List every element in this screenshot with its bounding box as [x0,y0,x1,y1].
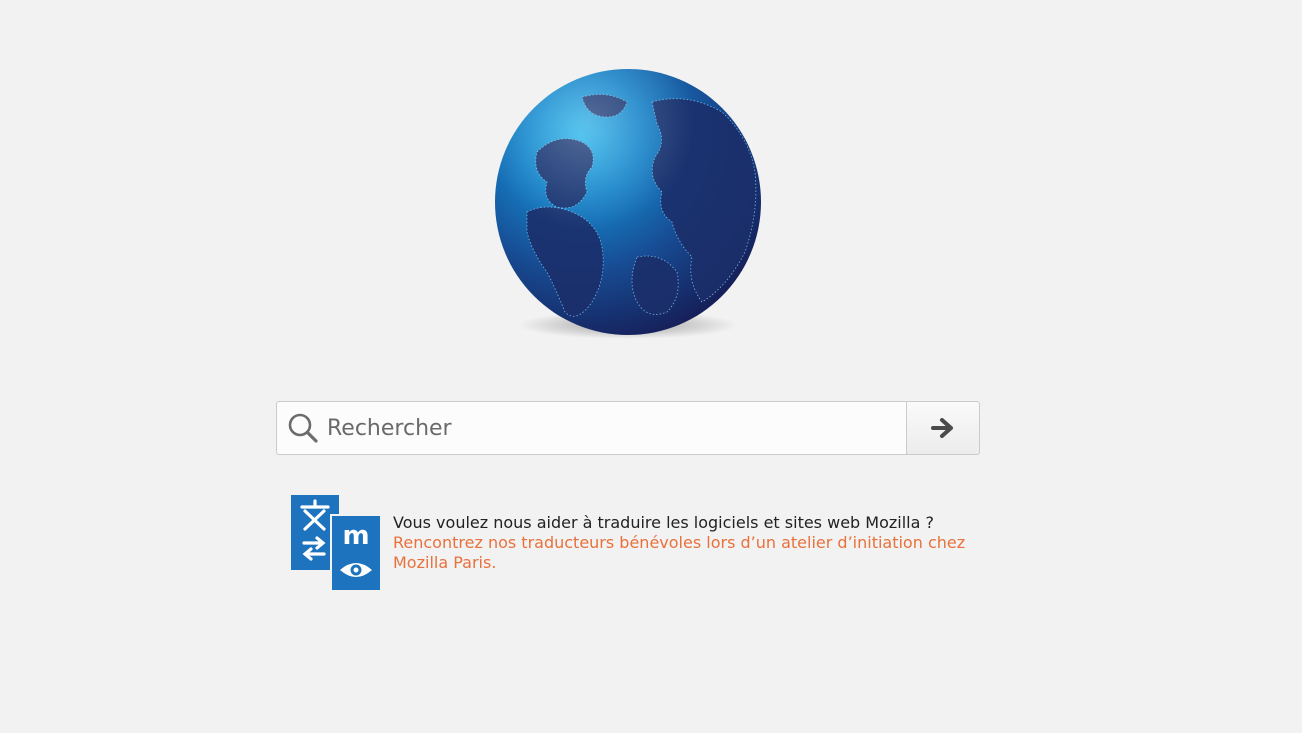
search-submit-button[interactable] [906,401,980,455]
search-box[interactable] [276,401,906,455]
translation-icon: m [291,495,382,592]
new-tab-page: m Vous voulez nous aider à traduire les … [0,0,1302,733]
snippet-message: Vous voulez nous aider à traduire les lo… [393,513,934,532]
snippet: m Vous voulez nous aider à traduire les … [290,494,990,594]
globe-logo-icon [495,69,761,339]
search-input[interactable] [327,402,897,454]
svg-text:m: m [342,521,369,551]
search-icon [288,413,318,443]
arrow-right-icon [931,418,953,438]
snippet-link[interactable]: Rencontrez nos traducteurs bénévoles lor… [393,533,965,572]
search-form [276,401,981,455]
snippet-text: Vous voulez nous aider à traduire les lo… [393,513,983,573]
